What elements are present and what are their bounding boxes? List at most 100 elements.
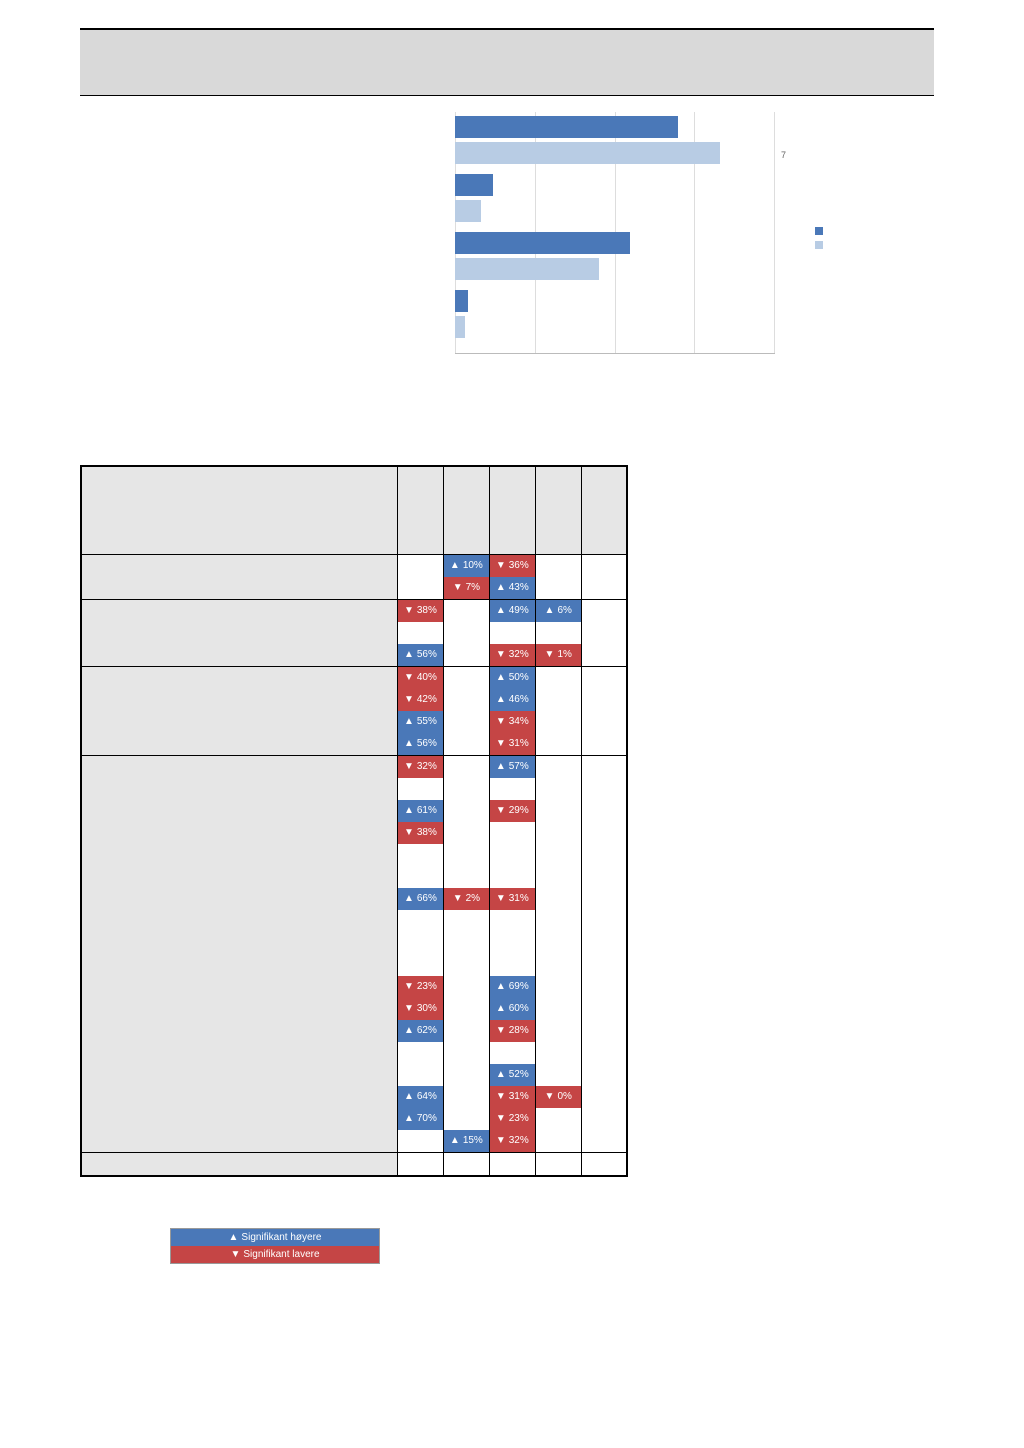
blank-cell [444, 976, 489, 998]
data-cell [535, 666, 581, 755]
blank-cell [536, 976, 581, 998]
blank-cell [398, 954, 443, 976]
blank-cell [490, 822, 535, 844]
blank-cell [582, 1153, 626, 1175]
sig-high-cell: 64% [398, 1086, 443, 1108]
legend-swatch-dark [815, 227, 823, 235]
blank-cell [536, 756, 581, 778]
blank-cell [444, 866, 489, 888]
sig-low-cell: 2% [444, 888, 489, 910]
sig-high-cell: 56% [398, 644, 443, 666]
sig-low-cell: 32% [398, 756, 443, 778]
blank-cell [398, 1042, 443, 1064]
row-label [81, 599, 397, 666]
sig-high-cell: 70% [398, 1108, 443, 1130]
blank-cell [398, 1130, 443, 1152]
data-cell [535, 1152, 581, 1176]
chart-plot: 7 [455, 112, 775, 354]
sig-low-cell: 7% [444, 577, 489, 599]
blank-cell [444, 910, 489, 932]
blank-cell [582, 1042, 626, 1064]
data-cell: 57%29%31%69%60%28%52%31%23%32% [489, 755, 535, 1152]
data-cell [397, 554, 443, 599]
blank-cell [582, 1064, 626, 1086]
blank-cell [582, 844, 626, 866]
table-row: 32%61%38%66%23%30%62%64%70%2%15%57%29%31… [81, 755, 627, 1152]
blank-cell [444, 733, 489, 755]
blank-cell [536, 1042, 581, 1064]
row-label [81, 1152, 397, 1176]
data-cell: 40%42%55%56% [397, 666, 443, 755]
sig-high-cell: 62% [398, 1020, 443, 1042]
th-c5 [581, 466, 627, 554]
th-c3 [489, 466, 535, 554]
blank-cell [536, 1130, 581, 1152]
blank-cell [536, 866, 581, 888]
data-cell: 50%46%34%31% [489, 666, 535, 755]
th-c1 [397, 466, 443, 554]
data-cell: 6%1% [535, 599, 581, 666]
sig-high-cell: 56% [398, 733, 443, 755]
sig-low-cell: 0% [536, 1086, 581, 1108]
blank-cell [536, 932, 581, 954]
sig-high-cell: 43% [490, 577, 535, 599]
blank-cell [444, 800, 489, 822]
blank-cell [536, 822, 581, 844]
blank-cell [536, 1153, 581, 1175]
sig-high-cell: 15% [444, 1130, 489, 1152]
sig-high-cell: 57% [490, 756, 535, 778]
data-cell [443, 599, 489, 666]
blank-cell [536, 800, 581, 822]
blank-cell [582, 756, 626, 778]
blank-cell [536, 733, 581, 755]
sig-high-cell: 66% [398, 888, 443, 910]
table-row [81, 1152, 627, 1176]
sig-high-cell: 49% [490, 600, 535, 622]
blank-cell [444, 1042, 489, 1064]
blank-cell [398, 932, 443, 954]
blank-cell [398, 844, 443, 866]
data-cell [581, 599, 627, 666]
blank-cell [582, 822, 626, 844]
chart-legend [815, 227, 875, 255]
blank-cell [582, 600, 626, 622]
blank-cell [490, 866, 535, 888]
blank-cell [398, 1064, 443, 1086]
data-cell [443, 666, 489, 755]
blank-cell [582, 998, 626, 1020]
blank-cell [536, 910, 581, 932]
blank-cell [582, 711, 626, 733]
sig-low-cell: 1% [536, 644, 581, 666]
blank-cell [582, 866, 626, 888]
blank-cell [582, 622, 626, 644]
data-cell: 2% 15% [443, 755, 489, 1152]
row-label [81, 755, 397, 1152]
data-cell [535, 554, 581, 599]
blank-cell [536, 667, 581, 689]
data-cell: 36%43% [489, 554, 535, 599]
blank-cell [536, 954, 581, 976]
blank-cell [536, 689, 581, 711]
blank-cell [398, 778, 443, 800]
data-cell [397, 1152, 443, 1176]
sig-low-cell: 42% [398, 689, 443, 711]
blank-cell [444, 1020, 489, 1042]
sig-high-cell: 55% [398, 711, 443, 733]
blank-cell [536, 711, 581, 733]
sig-low-cell: 31% [490, 888, 535, 910]
sig-low-cell: 38% [398, 822, 443, 844]
sig-high-cell: 10% [444, 555, 489, 577]
sig-high-cell: 69% [490, 976, 535, 998]
blank-cell [398, 910, 443, 932]
table-row: 10%7%36%43% [81, 554, 627, 599]
sig-low-cell: 31% [490, 733, 535, 755]
blank-cell [536, 555, 581, 577]
bar-c2-dark [455, 174, 493, 196]
blank-cell [582, 555, 626, 577]
row-label [81, 554, 397, 599]
data-cell: 32%61%38%66%23%30%62%64%70% [397, 755, 443, 1152]
blank-cell [582, 1130, 626, 1152]
sig-low-cell: 28% [490, 1020, 535, 1042]
table-row: 40%42%55%56% 50%46%34%31% [81, 666, 627, 755]
blank-cell [444, 1086, 489, 1108]
